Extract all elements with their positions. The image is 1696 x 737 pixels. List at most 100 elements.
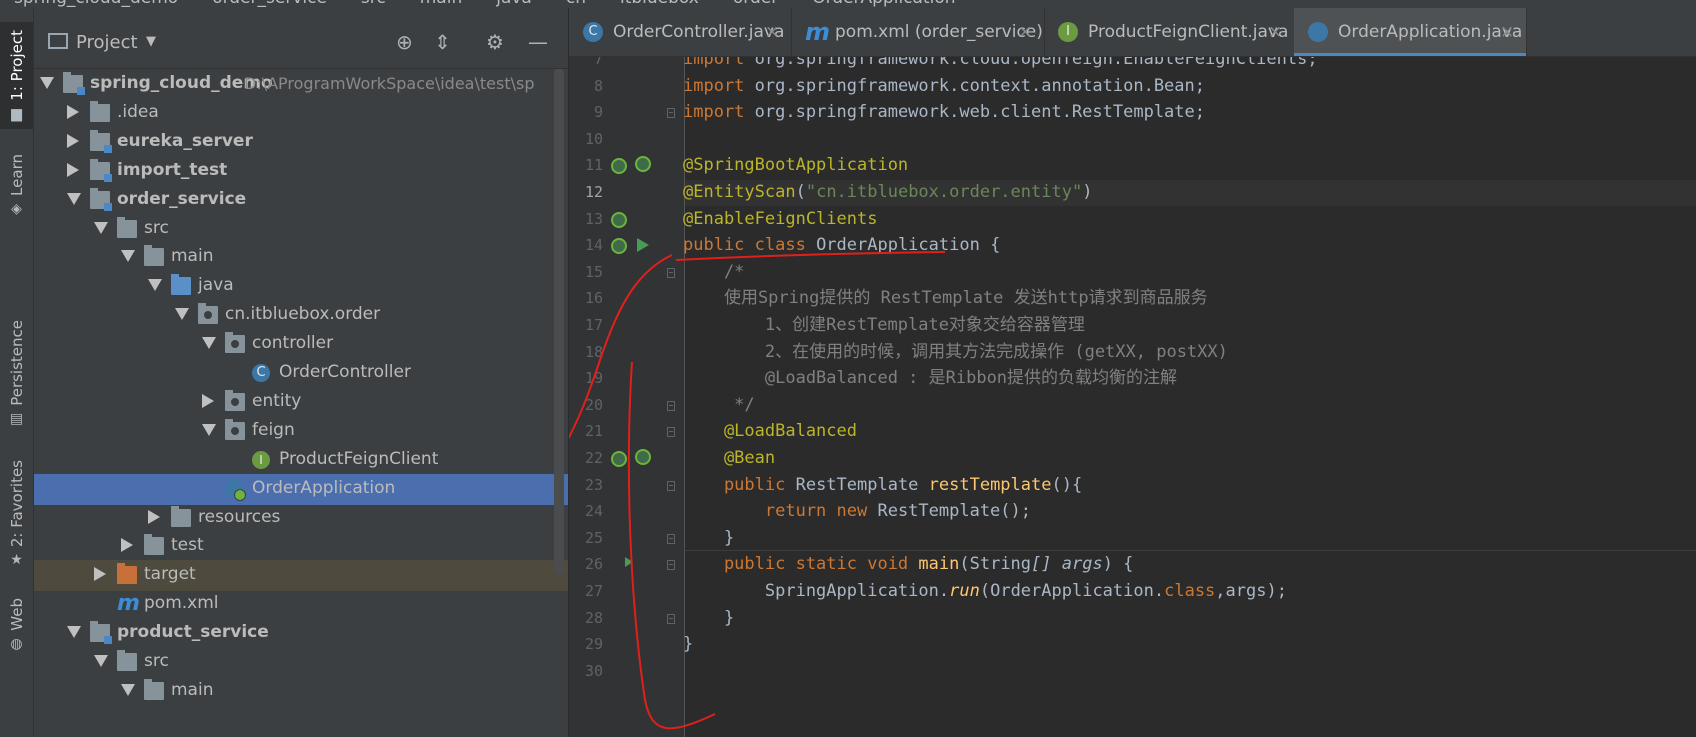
code-token: ; [1194,102,1206,123]
breadcrumb-item[interactable]: main [420,0,462,8]
editor-tab[interactable]: C OrderController.java × [569,8,792,56]
chevron-right-icon[interactable] [67,104,79,119]
locate-icon[interactable]: ⊕ [396,30,413,54]
chevron-right-icon[interactable] [121,538,133,553]
code-line: @SpringBootApplication [683,152,908,178]
breadcrumb-item[interactable]: cn [566,0,586,8]
breadcrumb-item[interactable]: OrderApplication [812,0,955,8]
fold-marker-icon[interactable] [667,560,675,571]
chevron-right-icon[interactable] [67,162,79,177]
tree-item[interactable]: .idea [34,98,568,129]
spring-bean-gutter-icon[interactable] [611,451,627,467]
tree-item[interactable]: OrderApplication [34,473,568,505]
breadcrumb-item[interactable]: src [361,0,386,8]
project-view-title[interactable]: Project [76,32,138,53]
code-line: @EnableFeignClients [683,206,877,232]
tree-item[interactable]: main [34,676,568,707]
tree-item[interactable]: controller [34,329,568,360]
chevron-down-icon[interactable] [202,423,216,436]
chevron-right-icon[interactable] [94,567,106,582]
tree-item[interactable]: java [34,271,568,302]
chevron-down-icon[interactable] [175,308,189,321]
tree-item[interactable]: spring_cloud_demo D:\AProgramWorkSpace\id… [34,69,568,100]
editor-tab[interactable]: OrderApplication.java × [1294,8,1527,56]
run-icon[interactable] [625,557,633,568]
tree-item[interactable]: src [34,647,568,678]
breadcrumb-item[interactable]: order_service [212,0,327,8]
breadcrumb-item[interactable]: java [496,0,532,8]
tree-item-label: entity [252,390,302,411]
tree-item-label: controller [252,333,334,354]
chevron-down-icon[interactable] [94,221,108,234]
tree-item[interactable]: resources [34,503,568,534]
chevron-down-icon[interactable] [40,77,54,89]
tree-item[interactable]: product_service [34,618,568,649]
tree-item[interactable]: feign [34,416,568,447]
tree-item[interactable]: import_test [34,156,568,187]
close-icon[interactable]: × [1500,22,1514,42]
fold-marker-icon[interactable] [667,480,675,491]
editor-tab[interactable]: I ProductFeignClient.java × [1044,8,1295,56]
line-number: 23 [584,475,603,494]
tree-item[interactable]: eureka_server [34,127,568,158]
tree-item[interactable]: C OrderController [34,358,568,389]
project-scrollbar[interactable] [554,69,564,574]
navigate-bean-gutter-icon[interactable] [635,156,651,173]
chevron-right-icon[interactable] [148,509,160,524]
gear-icon[interactable]: ⚙ [486,30,504,54]
navigate-bean-gutter-icon[interactable] [635,449,651,465]
code-token: 使用Spring提供的 RestTemplate 发送http请求到商品服务 [683,288,1208,309]
tree-item[interactable]: main [34,242,568,273]
close-icon[interactable]: × [1268,22,1282,42]
chevron-down-icon[interactable] [67,192,81,205]
chevron-down-icon[interactable] [121,683,135,696]
fold-marker-icon[interactable] [667,108,675,119]
close-icon[interactable]: × [1018,22,1032,42]
tool-window-persistence[interactable]: Persistence ▤ [0,320,33,426]
fold-marker-icon[interactable] [667,613,675,624]
code-token: ) [1082,182,1093,202]
chevron-right-icon[interactable] [67,133,79,148]
tree-item[interactable]: cn.itbluebox.order [34,300,568,331]
spring-bean-gutter-icon[interactable] [611,211,627,228]
tool-window-favorites[interactable]: 2: Favorites ★ [0,460,33,567]
hide-icon[interactable]: — [528,30,548,54]
tree-item[interactable]: test [34,531,568,562]
tree-item[interactable]: target [34,560,568,592]
fold-marker-icon[interactable] [667,533,675,544]
tree-item[interactable]: order_service [34,185,568,216]
tree-item[interactable]: I ProductFeignClient [34,445,568,476]
chevron-down-icon[interactable] [121,250,135,263]
chevron-right-icon[interactable] [202,393,214,408]
breadcrumb-item[interactable]: order [733,0,778,8]
chevron-down-icon[interactable] [94,655,108,667]
code-token: /* [683,261,745,282]
code-editor[interactable]: 7 8 9 10 11 12 13 14 15 16 17 18 19 20 21 22 23 24 25 26 27 2… [569,57,1696,737]
fold-marker-icon[interactable] [667,400,675,411]
collapse-all-icon[interactable]: ⇕ [434,30,451,54]
tool-window-learn[interactable]: Learn ◈ [0,154,33,216]
spring-bean-gutter-icon[interactable] [611,158,627,175]
close-icon[interactable]: × [765,22,779,42]
chevron-down-icon[interactable]: ▼ [146,34,156,49]
chevron-down-icon[interactable] [202,337,216,350]
chevron-down-icon[interactable] [67,626,81,639]
tree-item[interactable]: src [34,214,568,245]
spring-bean-gutter-icon[interactable] [611,238,627,255]
code-token: SpringApplication [683,581,939,601]
interface-icon: I [1058,22,1078,42]
fold-marker-icon[interactable] [667,267,675,278]
tree-item[interactable]: entity [34,387,568,418]
breadcrumb[interactable]: spring_cloud_demo order_service src main jav… [14,0,990,8]
breadcrumb-item[interactable]: spring_cloud_demo [14,0,178,8]
code-token: ); [1266,581,1287,601]
tool-window-web[interactable]: Web ◍ [0,598,33,651]
tool-window-project[interactable]: 1: Project ▆ [0,22,33,129]
run-icon[interactable] [637,238,649,253]
tree-item[interactable]: m pom.xml [34,589,568,620]
breadcrumb-item[interactable]: itbluebox [620,0,699,8]
tree-item-label: resources [198,506,281,527]
chevron-down-icon[interactable] [148,279,162,292]
editor-tab[interactable]: m pom.xml (order_service) × [791,8,1045,56]
fold-marker-icon[interactable] [667,427,675,438]
